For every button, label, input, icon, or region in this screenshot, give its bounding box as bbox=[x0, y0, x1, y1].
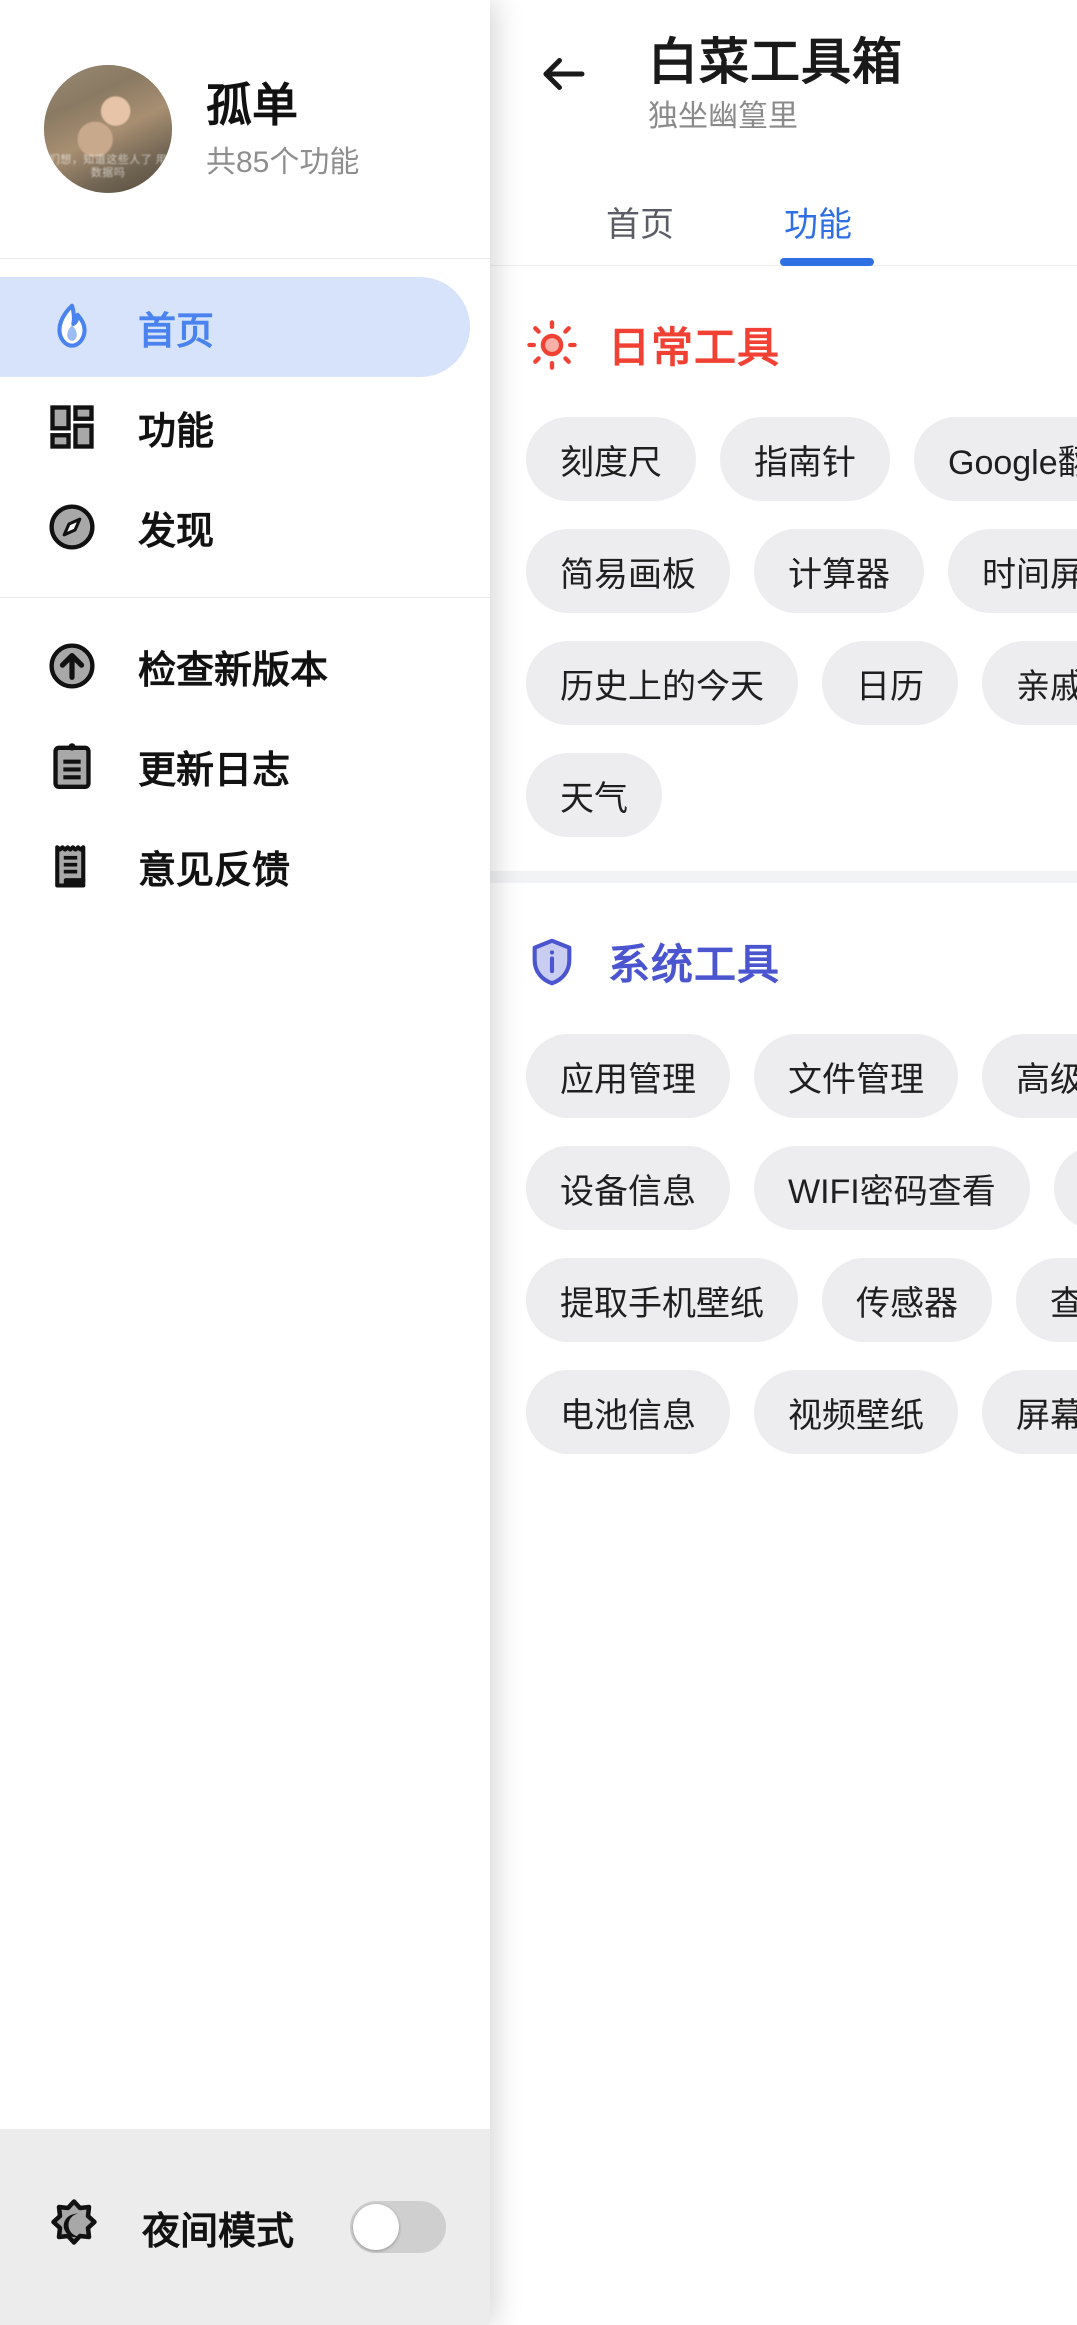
tool-chip[interactable]: 文件管理 bbox=[754, 1034, 958, 1118]
sidebar-item-label: 意见反馈 bbox=[138, 849, 291, 892]
night-mode-toggle[interactable] bbox=[350, 2201, 446, 2253]
tab-functions[interactable]: 功能 bbox=[780, 178, 874, 266]
avatar-caption: 们想，知道这些人了 用数据吗 bbox=[48, 153, 168, 180]
section-system-tools: 系统工具 应用管理 文件管理 高级重启 设备信息 WIFI密码查看 网络测速 提… bbox=[490, 871, 1077, 1488]
tool-chip[interactable]: 应用管理 bbox=[526, 1034, 730, 1118]
content-page: 白菜工具箱 独坐幽篁里 首页 功能 日常工具 刻度尺 指南针 Google翻 简… bbox=[490, 0, 1077, 2325]
back-arrow-icon bbox=[537, 47, 591, 106]
section-title: 系统工具 bbox=[608, 941, 781, 988]
tool-chip[interactable]: 电池信息 bbox=[526, 1370, 730, 1454]
compass-icon bbox=[44, 499, 100, 555]
tab-bar: 首页 功能 bbox=[490, 178, 1077, 266]
section-daily-tools: 日常工具 刻度尺 指南针 Google翻译 二维码 简易画板 计算器 时间屏幕 … bbox=[490, 266, 1077, 871]
tool-chip[interactable]: 视频壁纸 bbox=[754, 1370, 958, 1454]
tool-chip[interactable]: 指南针 bbox=[720, 417, 890, 501]
tool-chip[interactable]: 历史上的今天 bbox=[526, 641, 798, 725]
flame-icon bbox=[44, 299, 100, 355]
sidebar-item-label: 功能 bbox=[138, 410, 215, 453]
grid-icon bbox=[44, 399, 100, 455]
chip-list-system: 应用管理 文件管理 高级重启 设备信息 WIFI密码查看 网络测速 提取手机壁纸… bbox=[490, 1004, 1077, 1454]
tool-chip[interactable]: 传感器 bbox=[822, 1258, 992, 1342]
tool-chip[interactable]: 刻度尺 bbox=[526, 417, 696, 501]
tool-chip[interactable]: WIFI密码查看 bbox=[754, 1146, 1030, 1230]
section-header: 日常工具 bbox=[490, 266, 1077, 387]
profile-text: 孤单 共85个功能 bbox=[206, 79, 359, 179]
night-mode-row[interactable]: 夜间模式 bbox=[0, 2129, 490, 2325]
tool-chip[interactable]: 设备信息 bbox=[526, 1146, 730, 1230]
sidebar-item-home[interactable]: 首页 bbox=[0, 277, 470, 377]
sidebar-item-label: 发现 bbox=[138, 510, 215, 553]
sidebar-item-check-update[interactable]: 检查新版本 bbox=[0, 616, 470, 716]
page-title: 白菜工具箱 bbox=[648, 34, 903, 90]
night-mode-label: 夜间模式 bbox=[142, 2210, 295, 2253]
tool-chip[interactable]: 高级重启 bbox=[982, 1034, 1077, 1118]
toggle-knob bbox=[353, 2204, 399, 2250]
profile-name: 孤单 bbox=[206, 79, 298, 132]
tool-chip[interactable]: 屏幕检测 bbox=[982, 1370, 1077, 1454]
tool-chip[interactable]: 亲戚称呼计算 bbox=[982, 641, 1077, 725]
navigation-drawer: 们想，知道这些人了 用数据吗 孤单 共85个功能 首页 功能 发现 检查新版本 … bbox=[0, 0, 490, 2325]
sidebar-item-functions[interactable]: 功能 bbox=[0, 377, 470, 477]
tab-home[interactable]: 首页 bbox=[606, 178, 674, 266]
tool-chip[interactable]: 提取手机壁纸 bbox=[526, 1258, 798, 1342]
moon-sun-icon bbox=[44, 2197, 104, 2257]
nav-group-primary: 首页 功能 发现 bbox=[0, 259, 490, 597]
shield-info-icon bbox=[526, 936, 578, 988]
sidebar-item-changelog[interactable]: 更新日志 bbox=[0, 716, 470, 816]
sun-icon bbox=[526, 319, 578, 371]
sidebar-item-discover[interactable]: 发现 bbox=[0, 477, 470, 577]
tool-chip[interactable]: 时间屏幕 bbox=[948, 529, 1077, 613]
chip-list-daily: 刻度尺 指南针 Google翻译 二维码 简易画板 计算器 时间屏幕 记事本 历… bbox=[490, 387, 1077, 837]
page-subtitle: 独坐幽篁里 bbox=[648, 100, 798, 133]
avatar[interactable]: 们想，知道这些人了 用数据吗 bbox=[44, 65, 172, 193]
profile-header[interactable]: 们想，知道这些人了 用数据吗 孤单 共85个功能 bbox=[0, 0, 490, 258]
tool-chip[interactable]: 日历 bbox=[822, 641, 958, 725]
sidebar-item-feedback[interactable]: 意见反馈 bbox=[0, 816, 470, 916]
section-title: 日常工具 bbox=[608, 324, 781, 371]
profile-subtitle: 共85个功能 bbox=[206, 145, 360, 179]
tool-chip[interactable]: 天气 bbox=[526, 753, 662, 837]
app-bar-titles: 白菜工具箱 独坐幽篁里 bbox=[648, 28, 903, 133]
drawer-spacer bbox=[0, 936, 490, 2129]
tool-chip[interactable]: 简易画板 bbox=[526, 529, 730, 613]
tool-chip[interactable]: Google翻译 bbox=[914, 417, 1077, 501]
tool-chip[interactable]: 查看设备信息 bbox=[1016, 1258, 1077, 1342]
sidebar-item-label: 检查新版本 bbox=[138, 649, 329, 692]
section-header: 系统工具 bbox=[490, 883, 1077, 1004]
tool-chip[interactable]: 计算器 bbox=[754, 529, 924, 613]
app-bar: 白菜工具箱 独坐幽篁里 bbox=[490, 0, 1077, 178]
arrow-up-circle-icon bbox=[44, 638, 100, 694]
tool-chip[interactable]: 网络测速 bbox=[1053, 1146, 1077, 1230]
clipboard-icon bbox=[44, 738, 100, 794]
nav-group-secondary: 检查新版本 更新日志 意见反馈 bbox=[0, 598, 490, 936]
back-button[interactable] bbox=[516, 28, 612, 124]
receipt-icon bbox=[44, 838, 100, 894]
sidebar-item-label: 首页 bbox=[138, 310, 215, 353]
sidebar-item-label: 更新日志 bbox=[138, 749, 291, 792]
